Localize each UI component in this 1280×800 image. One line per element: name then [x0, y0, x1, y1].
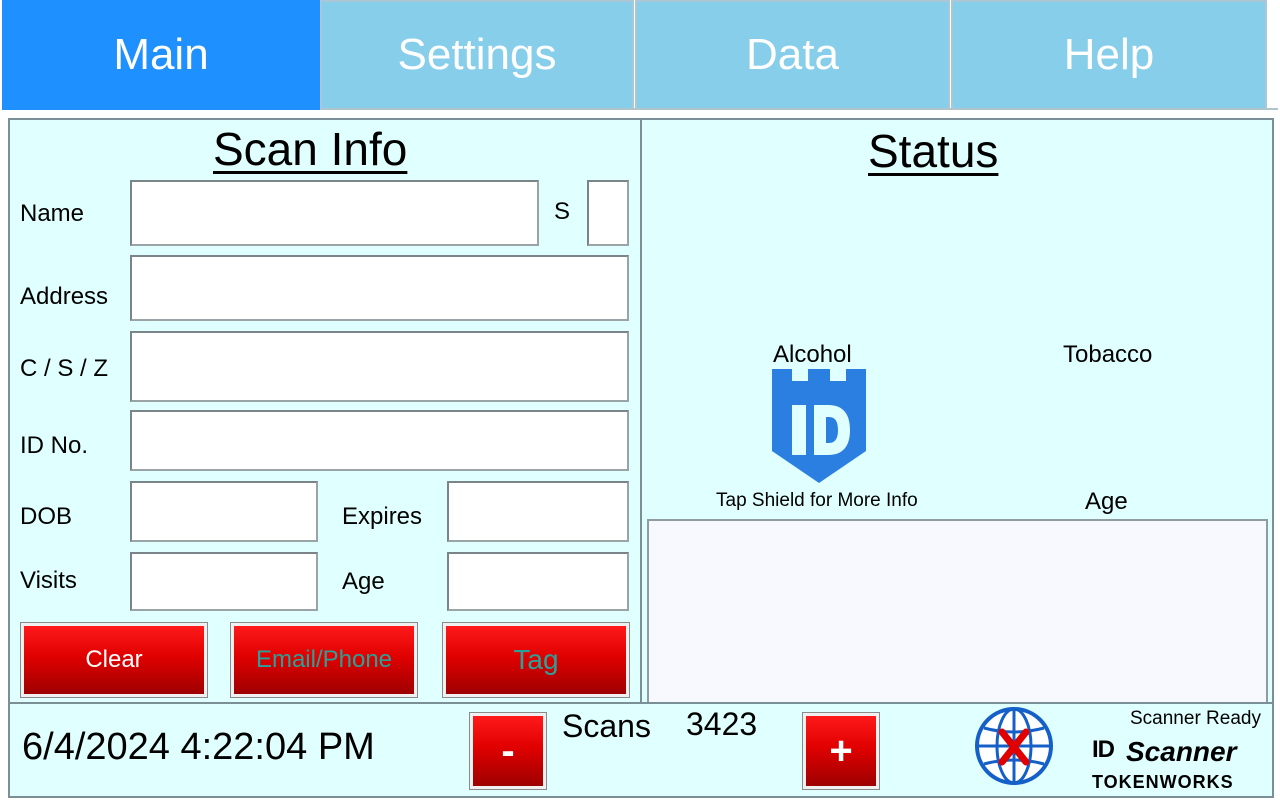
address-field[interactable]	[130, 255, 629, 321]
status-age-label: Age	[1085, 488, 1128, 515]
csz-label: C / S / Z	[20, 355, 109, 382]
logo-company-text: TOKENWORKS	[1092, 772, 1234, 792]
increment-scans-button[interactable]: +	[803, 713, 879, 789]
logo-scanner-text: Scanner	[1126, 736, 1237, 767]
shield-hint-text: Tap Shield for More Info	[716, 490, 918, 511]
status-log-box	[647, 519, 1268, 704]
status-title: Status	[868, 125, 999, 177]
dob-label: DOB	[20, 503, 73, 530]
scan-info-title: Scan Info	[213, 123, 408, 175]
age-label: Age	[342, 568, 385, 595]
city-state-zip-field[interactable]	[130, 331, 629, 402]
tab-data[interactable]: Data	[635, 0, 950, 110]
scanner-status-text: Scanner Ready	[1130, 708, 1261, 729]
visits-field[interactable]	[130, 552, 318, 611]
expires-label: Expires	[342, 503, 423, 530]
tab-help[interactable]: Help	[951, 0, 1267, 110]
alcohol-label: Alcohol	[773, 341, 852, 368]
s-field[interactable]	[587, 180, 629, 246]
expires-field[interactable]	[447, 481, 629, 542]
tag-button[interactable]: Tag	[443, 623, 629, 697]
email-phone-button[interactable]: Email/Phone	[231, 623, 417, 697]
scans-label: Scans	[562, 708, 651, 744]
name-field[interactable]	[130, 180, 539, 246]
tab-strip-divider	[320, 108, 1278, 110]
name-label: Name	[20, 200, 85, 227]
decrement-scans-button[interactable]: -	[470, 713, 546, 789]
tab-settings[interactable]: Settings	[320, 0, 634, 110]
id-shield-icon[interactable]	[772, 369, 866, 483]
clear-button[interactable]: Clear	[21, 623, 207, 697]
visits-label: Visits	[20, 567, 77, 594]
datetime-display: 6/4/2024 4:22:04 PM	[22, 726, 375, 768]
tobacco-label: Tobacco	[1063, 341, 1153, 368]
scans-count: 3423	[686, 706, 758, 742]
age-field[interactable]	[447, 552, 629, 611]
globe-x-icon[interactable]	[974, 706, 1054, 786]
s-label: S	[554, 198, 571, 225]
logo-id-text: ID	[1092, 736, 1115, 763]
id-no-label: ID No.	[20, 432, 89, 459]
idscanner-logo: ID Scanner TOKENWORKS	[1070, 732, 1270, 796]
id-number-field[interactable]	[130, 410, 629, 471]
dob-field[interactable]	[130, 481, 318, 542]
address-label: Address	[20, 283, 109, 310]
tab-main[interactable]: Main	[2, 0, 320, 110]
